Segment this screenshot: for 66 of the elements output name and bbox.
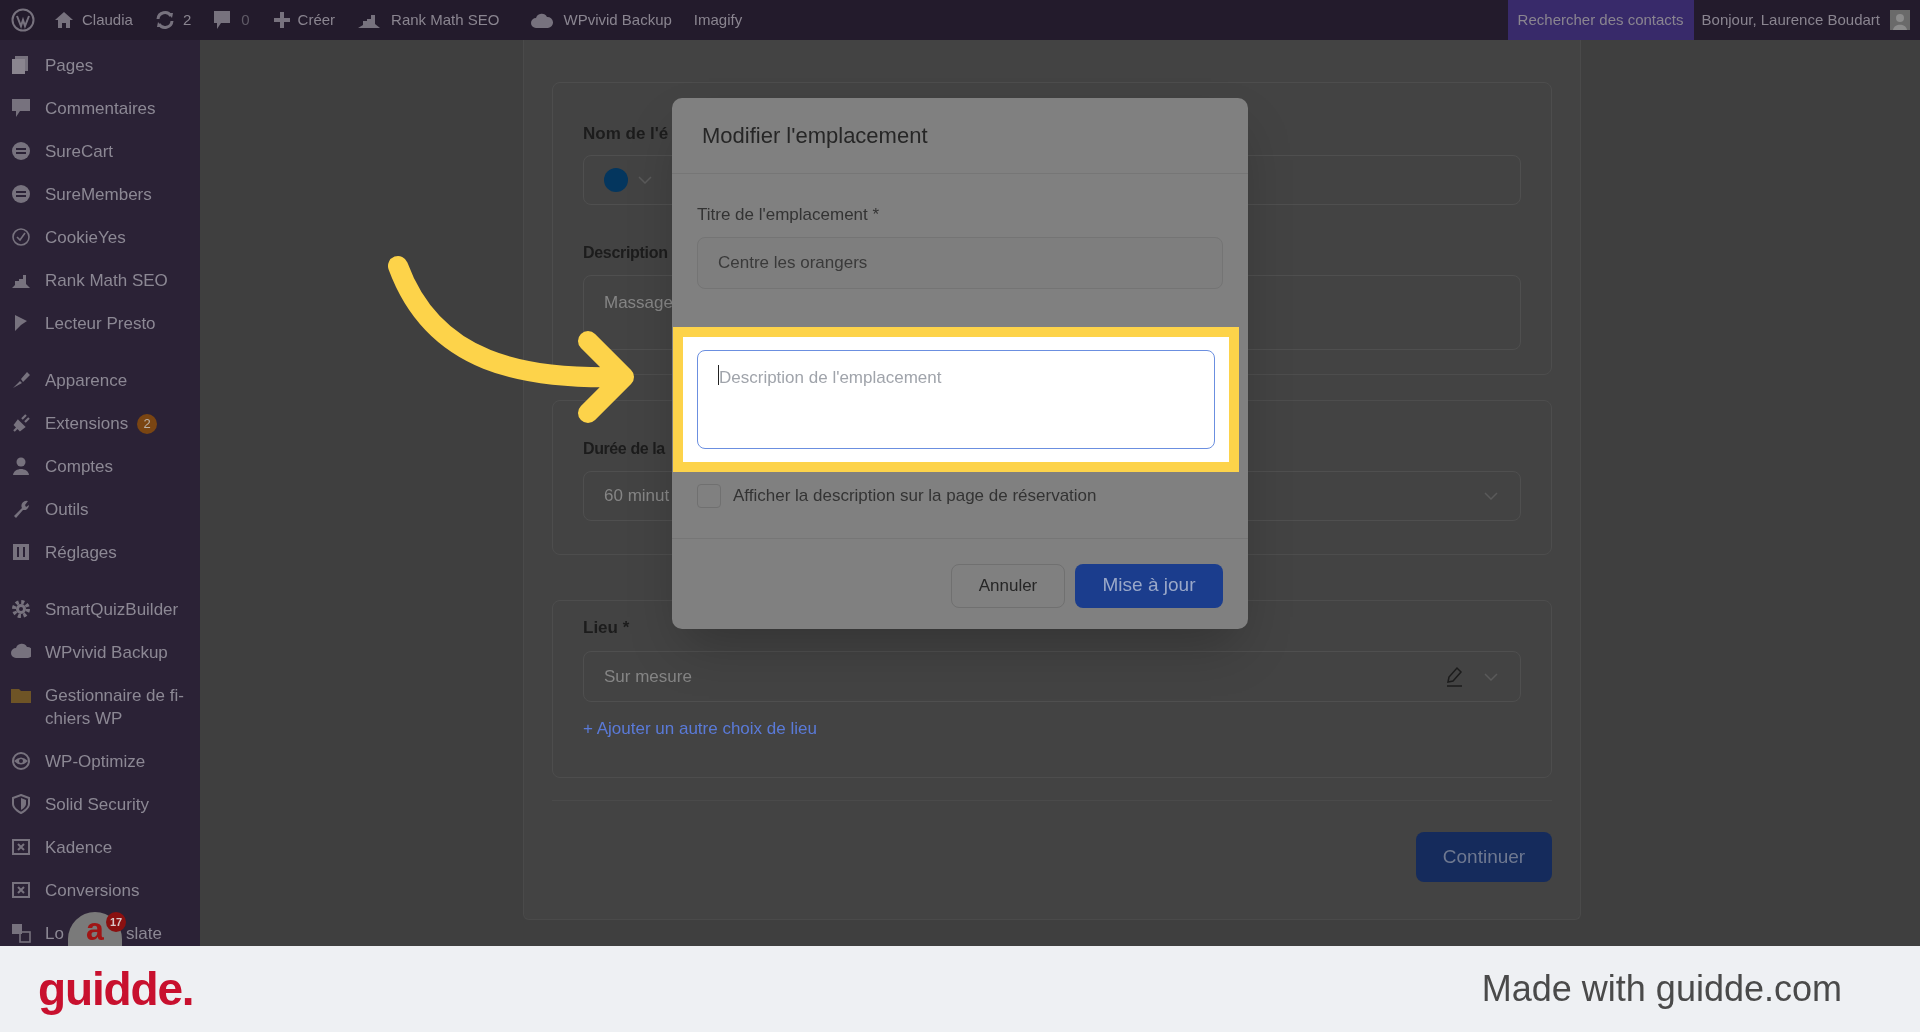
avatar-icon xyxy=(1890,10,1910,30)
sidebar-item[interactable]: Solid Security xyxy=(0,783,200,826)
sidebar-item[interactable]: Extensions 2 xyxy=(0,402,200,445)
updates-link[interactable]: 2 xyxy=(154,8,192,32)
home-icon xyxy=(54,11,74,29)
notification-badge: 17 xyxy=(106,912,126,932)
sidebar-item[interactable]: Conversions xyxy=(0,869,200,912)
account-menu[interactable]: Bonjour, Laurence Boudart xyxy=(1693,0,1920,40)
check-circle-icon xyxy=(11,227,31,247)
comment-icon xyxy=(11,98,31,118)
sidebar-item[interactable]: Gestionnaire de fi-chiers WP xyxy=(0,674,200,740)
gear-icon xyxy=(11,599,31,619)
site-link[interactable]: Claudia xyxy=(54,8,133,32)
sidebar-item[interactable]: Rank Math SEO xyxy=(0,259,200,302)
circle-logo-icon xyxy=(11,184,31,204)
user-icon xyxy=(11,456,31,476)
sidebar-item[interactable]: Kadence xyxy=(0,826,200,869)
location-title-field[interactable]: Centre les orangers xyxy=(697,236,1223,289)
sidebar-item[interactable]: SureMembers xyxy=(0,173,200,216)
cancel-button[interactable]: Annuler xyxy=(951,563,1065,608)
pages-icon xyxy=(11,55,31,75)
shield-icon xyxy=(11,794,31,814)
sidebar-item[interactable]: WPvivid Backup xyxy=(0,631,200,674)
circle-logo-icon xyxy=(11,141,31,161)
wordpress-logo-icon[interactable] xyxy=(11,8,35,32)
sidebar-item[interactable]: Outils xyxy=(0,488,200,531)
framed-icon xyxy=(11,880,31,900)
refresh-icon xyxy=(154,10,175,30)
toolbar-link[interactable]: Imagify xyxy=(693,8,743,32)
add-location-link[interactable]: + Ajouter un autre choix de lieu xyxy=(583,716,817,742)
sidebar-item[interactable]: SureCart xyxy=(0,130,200,173)
eye-icon xyxy=(11,751,31,771)
location-select[interactable]: Sur mesure xyxy=(583,651,1521,702)
guidde-logo: guidde. xyxy=(38,961,194,1017)
sidebar-item[interactable]: Lecteur Presto xyxy=(0,302,200,345)
count-badge: 2 xyxy=(137,414,158,434)
sidebar-item-text[interactable]: slate xyxy=(125,922,162,945)
translate-icon xyxy=(11,923,31,943)
new-link[interactable]: Créer xyxy=(273,8,336,32)
sidebar-item[interactable]: Commentaires xyxy=(0,87,200,130)
sidebar-item[interactable]: Comptes xyxy=(0,445,200,488)
sidebar-item[interactable]: CookieYes xyxy=(0,216,200,259)
footer-text: Made with guidde.com xyxy=(1481,967,1842,1011)
sidebar-item[interactable]: Apparence xyxy=(0,359,200,402)
comment-icon xyxy=(213,10,232,30)
field-label: Titre de l'emplacement * xyxy=(697,204,881,226)
sidebar-item[interactable]: WP-Optimize xyxy=(0,740,200,783)
toolbar-link[interactable]: Rank Math SEO xyxy=(357,8,500,32)
description-field[interactable]: Description de l'emplacement xyxy=(697,349,1215,449)
dialog-title: Modifier l'emplacement xyxy=(702,122,928,150)
framed-icon xyxy=(11,837,31,857)
search-contacts-link[interactable]: Rechercher des contacts xyxy=(1507,0,1694,40)
sidebar-item[interactable]: Réglages xyxy=(0,531,200,574)
sidebar-item[interactable]: SmartQuizBuilder xyxy=(0,588,200,631)
sidebar-item-text[interactable]: Lo xyxy=(45,922,64,945)
continue-button[interactable]: Continuer xyxy=(1416,832,1552,882)
update-button[interactable]: Mise à jour xyxy=(1075,563,1223,608)
plus-icon xyxy=(273,12,290,28)
plug-icon xyxy=(11,413,31,433)
comments-link[interactable]: 0 xyxy=(213,8,250,32)
chevron-down-icon xyxy=(638,176,652,184)
text-cursor xyxy=(718,364,719,385)
cloud-icon xyxy=(531,12,554,28)
show-description-checkbox[interactable]: Afficher la description sur la page de réservation xyxy=(672,480,1248,511)
toolbar-link[interactable]: WPvivid Backup xyxy=(531,8,672,32)
sidebar-item[interactable]: Pages xyxy=(0,44,200,87)
